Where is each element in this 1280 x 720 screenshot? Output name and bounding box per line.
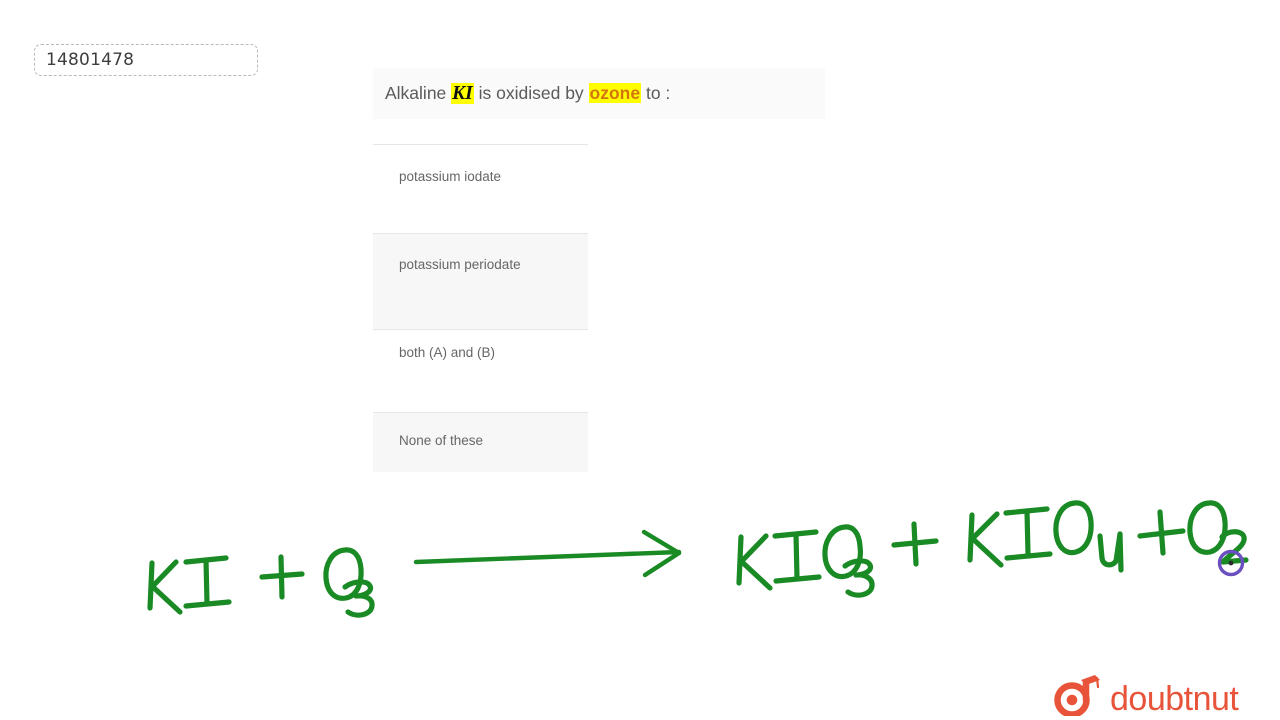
question-middle: is oxidised by: [473, 82, 589, 103]
hw-token-plus-3: [1137, 509, 1186, 556]
question-id-box: 14801478: [34, 44, 258, 76]
option-b-label: potassium periodate: [399, 257, 521, 272]
question-text: Alkaline KI is oxidised by ozone to :: [385, 82, 671, 105]
doubtnut-logo: doubtnut: [1054, 675, 1240, 716]
question-term-highlight: ozone: [588, 82, 642, 103]
option-a[interactable]: potassium iodate: [373, 144, 588, 233]
doubtnut-wordmark: doubtnut: [1110, 680, 1239, 716]
hw-token-o3: [323, 547, 375, 618]
question-formula-highlight: KI: [451, 82, 474, 104]
option-d-label: None of these: [399, 433, 484, 448]
question-id-text: 14801478: [46, 50, 135, 70]
hw-token-plus-2: [891, 521, 939, 567]
option-b[interactable]: potassium periodate: [373, 233, 588, 329]
question-prefix: Alkaline: [385, 82, 452, 103]
hw-token-kio3: [736, 524, 875, 598]
option-d[interactable]: None of these: [373, 412, 588, 472]
hw-token-kio4: [967, 500, 1124, 573]
question-suffix: to :: [641, 82, 671, 103]
doubtnut-mark-icon: [1054, 675, 1100, 716]
hw-token-o2: [1187, 500, 1249, 565]
question-card: Alkaline KI is oxidised by ozone to :: [373, 68, 825, 119]
stylus-cursor: [1217, 549, 1245, 577]
option-c-label: both (A) and (B): [399, 345, 496, 360]
hw-token-ki: [147, 555, 232, 615]
option-c[interactable]: both (A) and (B): [373, 329, 588, 412]
hw-token-plus-1: [259, 554, 305, 600]
option-a-label: potassium iodate: [399, 169, 502, 184]
hw-token-arrow: [413, 529, 682, 578]
